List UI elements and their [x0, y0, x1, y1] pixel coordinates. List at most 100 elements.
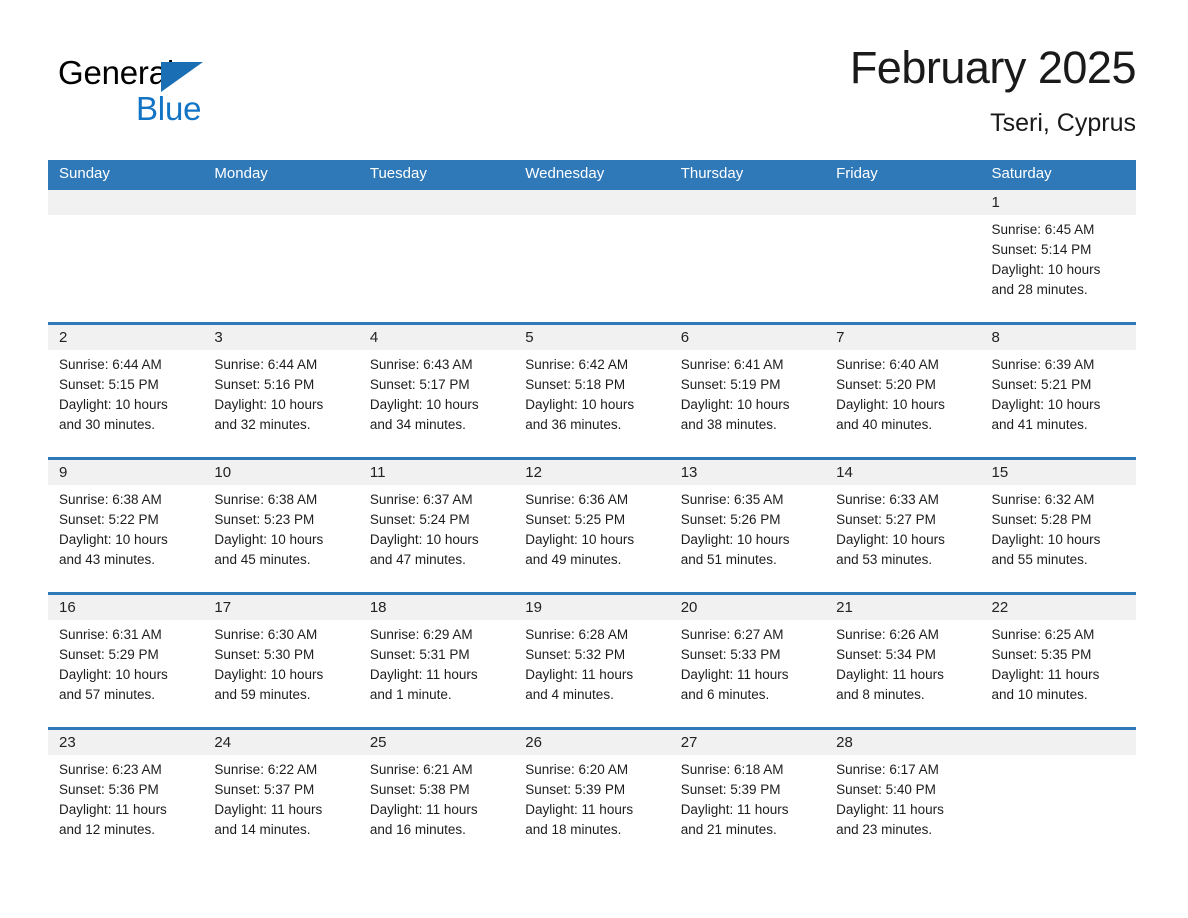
- day-number[interactable]: 11: [359, 460, 514, 485]
- day-cell[interactable]: Sunrise: 6:44 AM Sunset: 5:15 PM Dayligh…: [48, 350, 203, 457]
- weekday-header-tuesday: Tuesday: [369, 165, 427, 182]
- day-cell[interactable]: Sunrise: 6:21 AM Sunset: 5:38 PM Dayligh…: [359, 755, 514, 862]
- daylight-text-line1: Daylight: 10 hours: [369, 397, 479, 412]
- day-number[interactable]: 18: [359, 595, 514, 620]
- day-cell[interactable]: Sunrise: 6:27 AM Sunset: 5:33 PM Dayligh…: [670, 620, 825, 727]
- day-cell[interactable]: Sunrise: 6:29 AM Sunset: 5:31 PM Dayligh…: [359, 620, 514, 727]
- day-number[interactable]: 12: [514, 460, 669, 485]
- brand-name-blue: Blue: [136, 90, 202, 127]
- day-cell[interactable]: Sunrise: 6:22 AM Sunset: 5:37 PM Dayligh…: [203, 755, 358, 862]
- day-number[interactable]: [359, 190, 514, 215]
- day-cell[interactable]: [670, 215, 825, 322]
- day-cell[interactable]: Sunrise: 6:18 AM Sunset: 5:39 PM Dayligh…: [670, 755, 825, 862]
- day-number[interactable]: 15: [981, 460, 1136, 485]
- day-number[interactable]: 10: [203, 460, 358, 485]
- daylight-text-line2: and 1 minute.: [369, 687, 452, 702]
- day-number[interactable]: 9: [48, 460, 203, 485]
- day-cell[interactable]: [981, 755, 1136, 862]
- sunset-text: Sunset: 5:27 PM: [836, 512, 936, 527]
- day-number[interactable]: 13: [670, 460, 825, 485]
- day-cell[interactable]: Sunrise: 6:43 AM Sunset: 5:17 PM Dayligh…: [359, 350, 514, 457]
- day-number[interactable]: 25: [359, 730, 514, 755]
- day-cell[interactable]: Sunrise: 6:25 AM Sunset: 5:35 PM Dayligh…: [981, 620, 1136, 727]
- day-number[interactable]: [825, 190, 980, 215]
- day-number[interactable]: 16: [48, 595, 203, 620]
- day-cell[interactable]: Sunrise: 6:37 AM Sunset: 5:24 PM Dayligh…: [359, 485, 514, 592]
- sunrise-text: Sunrise: 6:45 AM: [991, 222, 1095, 237]
- daylight-text-line2: and 30 minutes.: [59, 417, 156, 432]
- sunrise-text: Sunrise: 6:23 AM: [59, 762, 162, 777]
- day-cell[interactable]: Sunrise: 6:26 AM Sunset: 5:34 PM Dayligh…: [825, 620, 980, 727]
- day-cell[interactable]: Sunrise: 6:38 AM Sunset: 5:23 PM Dayligh…: [203, 485, 358, 592]
- brand-logo[interactable]: General Blue: [58, 56, 318, 136]
- daylight-text-line2: and 4 minutes.: [525, 687, 614, 702]
- day-cell[interactable]: Sunrise: 6:28 AM Sunset: 5:32 PM Dayligh…: [514, 620, 669, 727]
- day-number[interactable]: 21: [825, 595, 980, 620]
- day-cell[interactable]: Sunrise: 6:23 AM Sunset: 5:36 PM Dayligh…: [48, 755, 203, 862]
- sunrise-text: Sunrise: 6:28 AM: [525, 627, 629, 642]
- day-number[interactable]: 4: [359, 325, 514, 350]
- day-number[interactable]: [203, 190, 358, 215]
- day-cell[interactable]: Sunrise: 6:42 AM Sunset: 5:18 PM Dayligh…: [514, 350, 669, 457]
- day-number[interactable]: [48, 190, 203, 215]
- day-cell[interactable]: [48, 215, 203, 322]
- day-cell[interactable]: Sunrise: 6:38 AM Sunset: 5:22 PM Dayligh…: [48, 485, 203, 592]
- weekday-header-monday: Monday: [214, 165, 268, 182]
- day-number[interactable]: 1: [981, 190, 1136, 215]
- day-number[interactable]: 2: [48, 325, 203, 350]
- sunset-text: Sunset: 5:14 PM: [991, 242, 1092, 257]
- day-cell[interactable]: Sunrise: 6:41 AM Sunset: 5:19 PM Dayligh…: [670, 350, 825, 457]
- day-cell[interactable]: Sunrise: 6:35 AM Sunset: 5:26 PM Dayligh…: [670, 485, 825, 592]
- sunset-text: Sunset: 5:39 PM: [680, 782, 781, 797]
- day-number[interactable]: 28: [825, 730, 980, 755]
- day-number[interactable]: 6: [670, 325, 825, 350]
- day-cell[interactable]: Sunrise: 6:36 AM Sunset: 5:25 PM Dayligh…: [514, 485, 669, 592]
- day-cell[interactable]: Sunrise: 6:44 AM Sunset: 5:16 PM Dayligh…: [203, 350, 358, 457]
- sunrise-text: Sunrise: 6:29 AM: [369, 627, 473, 642]
- day-cell[interactable]: Sunrise: 6:31 AM Sunset: 5:29 PM Dayligh…: [48, 620, 203, 727]
- daylight-text-line2: and 59 minutes.: [214, 687, 311, 702]
- sunset-text: Sunset: 5:21 PM: [991, 377, 1092, 392]
- day-number[interactable]: 5: [514, 325, 669, 350]
- day-number[interactable]: 23: [48, 730, 203, 755]
- day-number[interactable]: 8: [981, 325, 1136, 350]
- day-cell[interactable]: Sunrise: 6:40 AM Sunset: 5:20 PM Dayligh…: [825, 350, 980, 457]
- sunset-text: Sunset: 5:34 PM: [836, 647, 936, 662]
- day-number[interactable]: 19: [514, 595, 669, 620]
- sunset-text: Sunset: 5:19 PM: [680, 377, 781, 392]
- day-number[interactable]: 26: [514, 730, 669, 755]
- day-number[interactable]: 7: [825, 325, 980, 350]
- daylight-text-line2: and 6 minutes.: [680, 687, 770, 702]
- day-cell[interactable]: [203, 215, 358, 322]
- day-number[interactable]: 14: [825, 460, 980, 485]
- day-cell[interactable]: [825, 215, 980, 322]
- daylight-text-line1: Daylight: 10 hours: [836, 397, 945, 412]
- day-cell[interactable]: Sunrise: 6:33 AM Sunset: 5:27 PM Dayligh…: [825, 485, 980, 592]
- day-number[interactable]: [670, 190, 825, 215]
- sunset-text: Sunset: 5:31 PM: [369, 647, 470, 662]
- day-number[interactable]: 22: [981, 595, 1136, 620]
- day-number[interactable]: 24: [203, 730, 358, 755]
- day-cell[interactable]: Sunrise: 6:39 AM Sunset: 5:21 PM Dayligh…: [981, 350, 1136, 457]
- day-number[interactable]: 27: [670, 730, 825, 755]
- day-cell[interactable]: [514, 215, 669, 322]
- day-cell[interactable]: Sunrise: 6:32 AM Sunset: 5:28 PM Dayligh…: [981, 485, 1136, 592]
- day-number[interactable]: 3: [203, 325, 358, 350]
- daylight-text-line1: Daylight: 10 hours: [59, 532, 168, 547]
- day-number[interactable]: 20: [670, 595, 825, 620]
- day-cell[interactable]: Sunrise: 6:45 AM Sunset: 5:14 PM Dayligh…: [981, 215, 1136, 322]
- daylight-text-line2: and 43 minutes.: [59, 552, 156, 567]
- daylight-text-line2: and 40 minutes.: [836, 417, 933, 432]
- day-cell[interactable]: Sunrise: 6:30 AM Sunset: 5:30 PM Dayligh…: [203, 620, 358, 727]
- day-cell[interactable]: Sunrise: 6:20 AM Sunset: 5:39 PM Dayligh…: [514, 755, 669, 862]
- day-number[interactable]: [514, 190, 669, 215]
- weekday-header-friday: Friday: [836, 165, 878, 182]
- daylight-text-line1: Daylight: 10 hours: [214, 667, 324, 682]
- day-cell[interactable]: Sunrise: 6:17 AM Sunset: 5:40 PM Dayligh…: [825, 755, 980, 862]
- weekday-header-saturday: Saturday: [991, 165, 1052, 182]
- sunset-text: Sunset: 5:33 PM: [680, 647, 781, 662]
- day-number[interactable]: [981, 730, 1136, 755]
- daylight-text-line1: Daylight: 10 hours: [369, 532, 479, 547]
- day-number[interactable]: 17: [203, 595, 358, 620]
- day-cell[interactable]: [359, 215, 514, 322]
